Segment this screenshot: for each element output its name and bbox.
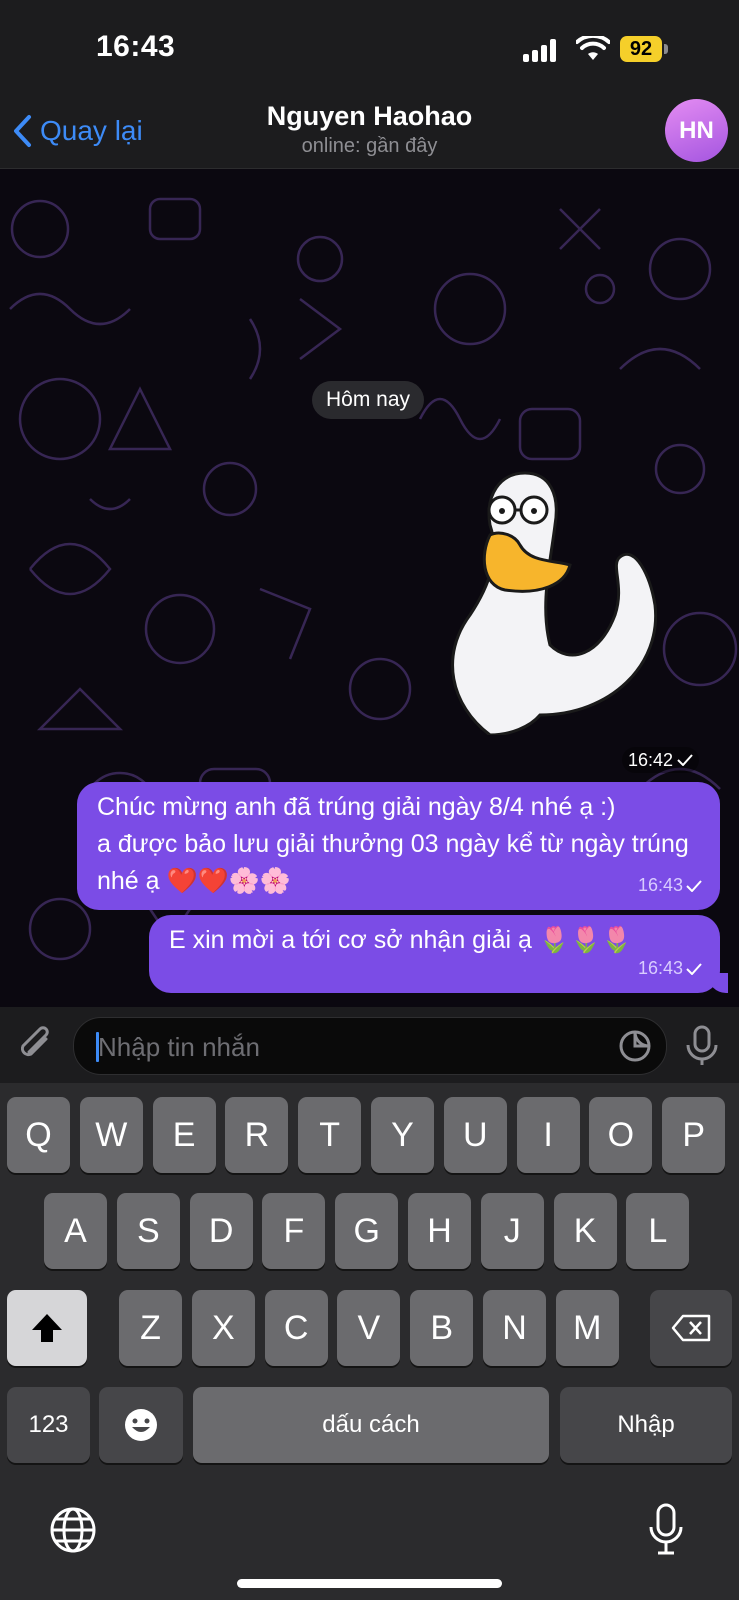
key-z[interactable]: Z: [119, 1290, 182, 1366]
microphone-icon[interactable]: [684, 1025, 720, 1067]
key-w[interactable]: W: [79, 1097, 143, 1173]
wifi-icon: [576, 36, 610, 60]
status-time: 16:43: [96, 30, 176, 63]
key-i[interactable]: I: [516, 1097, 580, 1173]
emoji-key[interactable]: [99, 1387, 183, 1463]
key-s[interactable]: S: [116, 1193, 180, 1269]
contact-presence: online: gần đây: [301, 135, 438, 157]
message-time-text: 16:43: [637, 958, 683, 978]
sticker-time-text: 16:42: [628, 749, 674, 770]
message-text: Chúc mừng anh đã trúng giải ngày 8/4 nhé…: [97, 793, 689, 895]
key-e[interactable]: E: [152, 1097, 216, 1173]
key-a[interactable]: A: [44, 1193, 107, 1269]
dictation-mic-icon[interactable]: [648, 1503, 684, 1557]
cellular-signal-icon: [523, 38, 563, 62]
key-o[interactable]: O: [589, 1097, 653, 1173]
sticker-icon[interactable]: [618, 1029, 652, 1063]
key-k[interactable]: K: [553, 1193, 617, 1269]
sticker-timestamp: 16:42: [622, 747, 700, 773]
message-input[interactable]: Nhập tin nhắn: [73, 1017, 667, 1075]
key-x[interactable]: X: [191, 1290, 255, 1366]
checkmark-icon: [686, 962, 702, 975]
shift-icon: [32, 1314, 62, 1342]
key-f[interactable]: F: [262, 1193, 326, 1269]
key-h[interactable]: H: [408, 1193, 471, 1269]
key-j[interactable]: J: [480, 1193, 544, 1269]
battery-level: 92: [620, 36, 662, 62]
message-time-text: 16:43: [637, 875, 683, 895]
shift-key[interactable]: [7, 1290, 87, 1366]
key-p[interactable]: P: [662, 1097, 726, 1173]
key-v[interactable]: V: [337, 1290, 401, 1366]
outgoing-message[interactable]: E xin mời a tới cơ sở nhận giải ạ 🌷🌷🌷 16…: [149, 915, 728, 993]
key-n[interactable]: N: [483, 1290, 546, 1366]
globe-icon[interactable]: [48, 1505, 98, 1555]
checkmark-icon: [686, 879, 702, 892]
battery-icon: 92: [620, 36, 668, 62]
delete-key[interactable]: [650, 1290, 732, 1366]
telegram-chat-screen: 16:43 92 Quay lại Nguyen Haohao online: …: [0, 0, 739, 1600]
date-separator: Hôm nay: [312, 381, 424, 419]
composer: Nhập tin nhắn: [0, 1007, 739, 1083]
numbers-key[interactable]: 123: [7, 1387, 90, 1463]
key-m[interactable]: M: [555, 1290, 619, 1366]
status-bar: 16:43 92: [0, 0, 739, 95]
message-timestamp: 16:43: [638, 867, 702, 904]
checkmark-icon: [677, 754, 693, 766]
key-g[interactable]: G: [335, 1193, 399, 1269]
return-key[interactable]: Nhập: [560, 1387, 732, 1463]
key-u[interactable]: U: [443, 1097, 507, 1173]
key-q[interactable]: Q: [7, 1097, 70, 1173]
contact-name[interactable]: Nguyen Haohao: [0, 101, 739, 132]
key-b[interactable]: B: [410, 1290, 474, 1366]
key-t[interactable]: T: [298, 1097, 362, 1173]
duck-sticker-icon[interactable]: [430, 465, 660, 735]
chat-header: Quay lại Nguyen Haohao online: gần đây H…: [0, 95, 739, 169]
message-timestamp: 16:43: [638, 950, 702, 987]
message-list[interactable]: Hôm nay 16:42 Chúc mừng anh đã trúng giả…: [0, 169, 739, 1007]
outgoing-message[interactable]: Chúc mừng anh đã trúng giải ngày 8/4 nhé…: [77, 782, 720, 910]
key-l[interactable]: L: [626, 1193, 690, 1269]
home-indicator: [237, 1579, 502, 1588]
key-r[interactable]: R: [225, 1097, 289, 1173]
message-input-placeholder: Nhập tin nhắn: [98, 1032, 260, 1062]
key-d[interactable]: D: [189, 1193, 253, 1269]
backspace-icon: [671, 1314, 711, 1342]
emoji-icon: [125, 1409, 157, 1441]
paperclip-icon[interactable]: [16, 1025, 56, 1065]
message-text: E xin mời a tới cơ sở nhận giải ạ 🌷🌷🌷: [169, 926, 633, 954]
key-y[interactable]: Y: [371, 1097, 434, 1173]
keyboard: QWERTYUIOP ASDFGHJKL ZXCVBNM 123 dấu các…: [0, 1083, 739, 1600]
space-key[interactable]: dấu cách: [193, 1387, 549, 1463]
key-c[interactable]: C: [264, 1290, 328, 1366]
avatar[interactable]: HN: [665, 99, 728, 162]
